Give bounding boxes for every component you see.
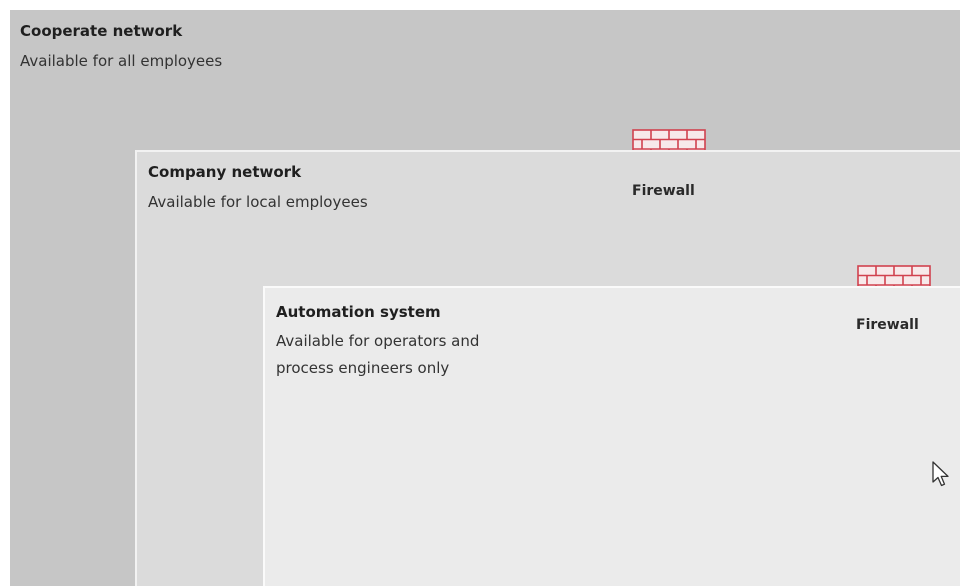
cooperate-network-title: Cooperate network bbox=[20, 22, 183, 40]
company-network-title: Company network bbox=[148, 163, 302, 181]
automation-system-description-line-1: Available for operators and bbox=[276, 332, 480, 350]
firewall-label: Firewall bbox=[856, 317, 919, 333]
cooperate-network-description: Available for all employees bbox=[20, 52, 223, 70]
pointer-arrow-icon bbox=[932, 461, 949, 487]
firewall-label: Firewall bbox=[632, 183, 695, 199]
automation-system-title: Automation system bbox=[276, 303, 441, 321]
company-network-description: Available for local employees bbox=[148, 193, 368, 211]
automation-system-description-line-2: process engineers only bbox=[276, 359, 450, 377]
